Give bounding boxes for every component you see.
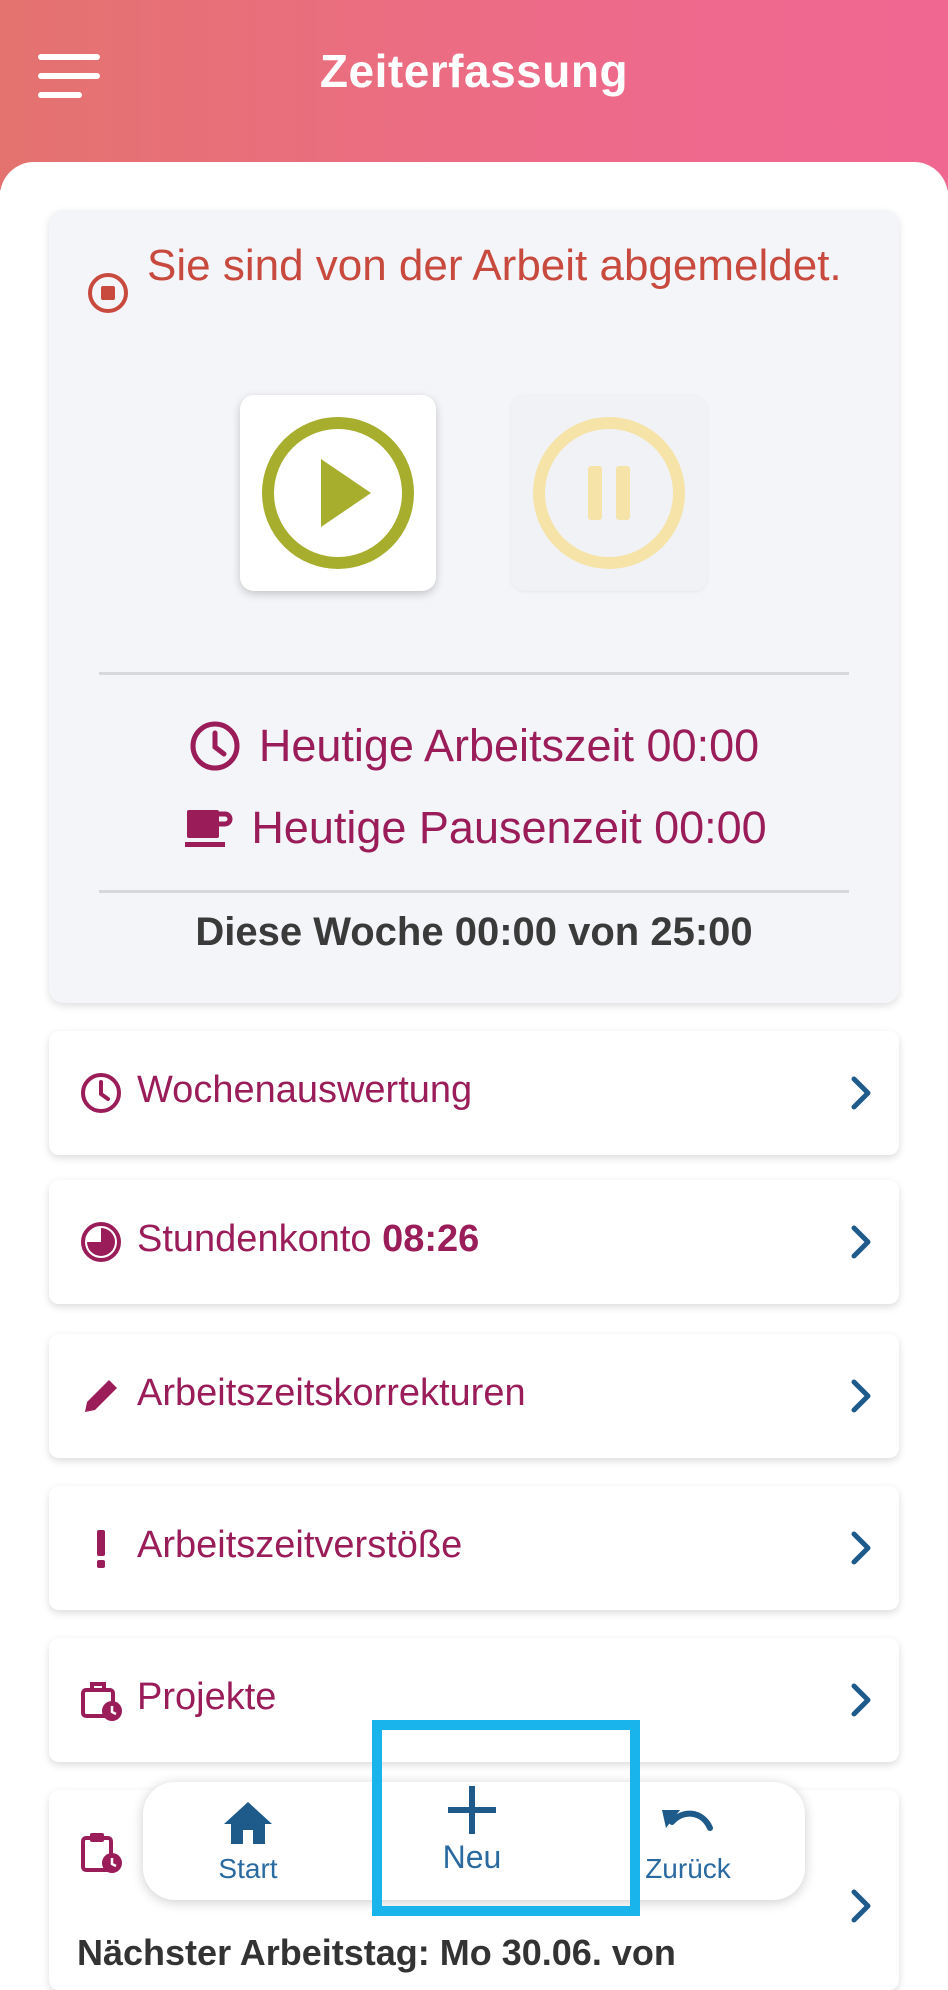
chevron-right-icon bbox=[851, 1076, 871, 1110]
clipboard-clock-icon bbox=[81, 1833, 122, 1873]
clock-icon bbox=[190, 721, 240, 771]
menu-item-label: Arbeitszeitverstöße bbox=[137, 1524, 463, 1566]
work-time-row: Heutige Arbeitszeit 00:00 bbox=[49, 720, 899, 772]
work-time-label: Heutige Arbeitszeit 00:00 bbox=[258, 720, 760, 771]
undo-arrow-icon bbox=[662, 1810, 713, 1831]
break-time-row: Heutige Pausenzeit 00:00 bbox=[49, 802, 899, 854]
menu-item-label: Projekte bbox=[137, 1676, 277, 1718]
chevron-right-icon bbox=[851, 1379, 871, 1413]
start-work-button[interactable] bbox=[240, 395, 436, 591]
exclamation-icon bbox=[97, 1530, 105, 1568]
status-card: Sie sind von der Arbeit abgemeldet. Heut… bbox=[49, 210, 899, 1003]
week-summary: Diese Woche 00:00 von 25:00 bbox=[195, 910, 753, 954]
briefcase-clock-icon bbox=[81, 1682, 122, 1721]
hours-account-label: Stundenkonto bbox=[137, 1218, 372, 1260]
pie-clock-icon bbox=[81, 1222, 121, 1262]
stop-circle-icon bbox=[88, 273, 128, 313]
menu-item-label: Wochenauswertung bbox=[137, 1069, 473, 1111]
hours-account-value: 08:26 bbox=[382, 1218, 480, 1260]
nav-start-button[interactable]: Start bbox=[183, 1782, 313, 1900]
menu-item-violations[interactable]: Arbeitszeitverstöße bbox=[49, 1486, 899, 1610]
nav-back-button[interactable]: Zurück bbox=[628, 1782, 748, 1900]
menu-item-hours-account[interactable]: Stundenkonto 08:26 bbox=[49, 1180, 899, 1304]
pause-button[interactable] bbox=[511, 395, 707, 591]
menu-item-label: Stundenkonto 08:26 bbox=[137, 1218, 479, 1261]
page-title: Zeiterfassung bbox=[319, 45, 629, 97]
status-message: Sie sind von der Arbeit abgemeldet. bbox=[147, 241, 842, 290]
highlight-box bbox=[372, 1720, 640, 1916]
pause-icon bbox=[533, 417, 685, 569]
nav-back-label: Zurück bbox=[645, 1853, 731, 1884]
pencil-icon bbox=[85, 1380, 117, 1412]
menu-item-weekly-report[interactable]: Wochenauswertung bbox=[49, 1031, 899, 1155]
divider bbox=[99, 672, 849, 675]
break-time-label: Heutige Pausenzeit 00:00 bbox=[251, 802, 767, 853]
menu-item-label: Arbeitszeitskorrekturen bbox=[137, 1372, 526, 1414]
chevron-right-icon bbox=[851, 1683, 871, 1717]
menu-item-corrections[interactable]: Arbeitszeitskorrekturen bbox=[49, 1334, 899, 1458]
home-icon bbox=[224, 1802, 272, 1844]
chevron-right-icon bbox=[851, 1889, 871, 1923]
play-icon bbox=[262, 417, 414, 569]
clock-icon bbox=[81, 1073, 121, 1113]
divider bbox=[99, 890, 849, 893]
chevron-right-icon bbox=[851, 1225, 871, 1259]
chevron-right-icon bbox=[851, 1531, 871, 1565]
coffee-cup-icon bbox=[185, 810, 233, 847]
next-workday-text: Nächster Arbeitstag: Mo 30.06. von bbox=[77, 1932, 676, 1973]
nav-start-label: Start bbox=[218, 1853, 278, 1884]
